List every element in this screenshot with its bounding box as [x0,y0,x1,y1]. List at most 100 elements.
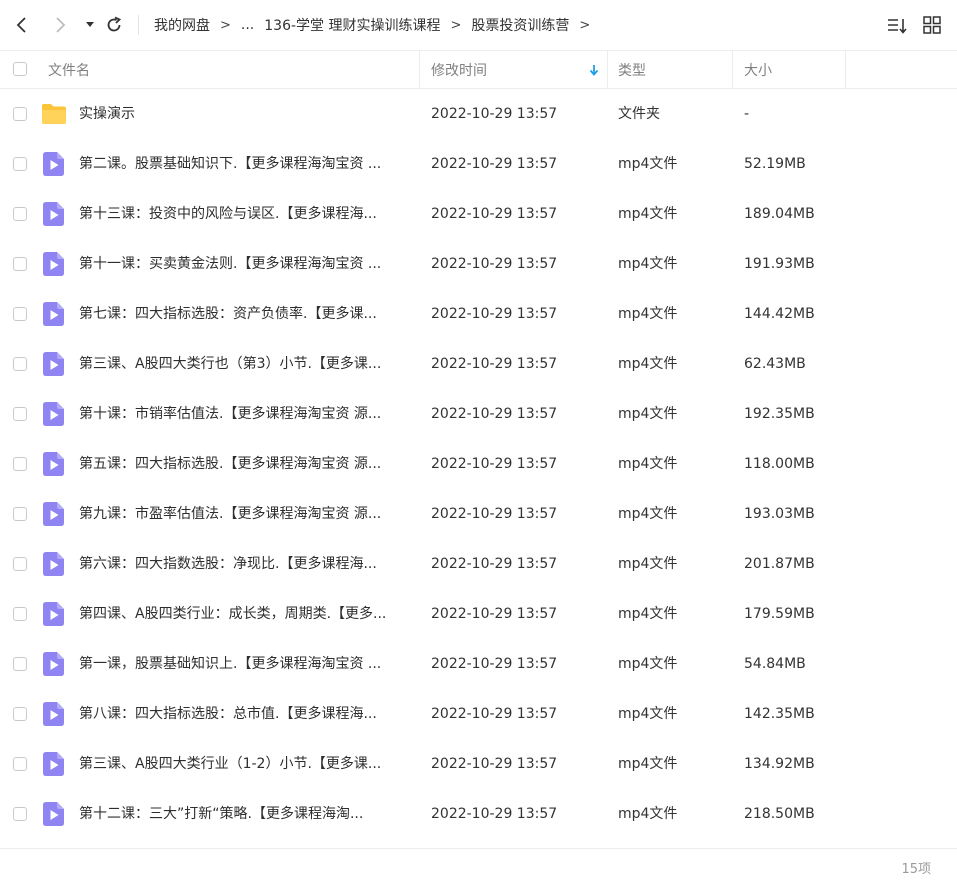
file-name[interactable]: 第十课：市销率估值法.【更多课程海淘宝资 源... [79,389,414,439]
nav-divider [138,15,139,35]
file-row[interactable]: 第六课：四大指数选股：净现比.【更多课程海... 2022-10-29 13:5… [0,539,957,589]
file-row[interactable]: 第九课：市盈率估值法.【更多课程海淘宝资 源... 2022-10-29 13:… [0,489,957,539]
row-checkbox[interactable] [13,157,27,171]
column-divider[interactable] [845,51,846,88]
file-name[interactable]: 第四课、A股四类行业：成长类，周期类.【更多... [79,589,414,639]
column-divider[interactable] [419,51,420,88]
row-checkbox[interactable] [13,557,27,571]
file-size: 191.93MB [744,256,815,272]
video-file-icon [43,502,65,526]
file-type: mp4文件 [618,356,678,372]
row-checkbox[interactable] [13,657,27,671]
file-mtime: 2022-10-29 13:57 [431,506,558,522]
row-checkbox[interactable] [13,457,27,471]
file-row[interactable]: 第二课。股票基础知识下.【更多课程海淘宝资 ... 2022-10-29 13:… [0,139,957,189]
forward-button[interactable] [48,13,72,37]
breadcrumb-current[interactable]: 股票投资训练营 [471,15,569,35]
refresh-icon [107,16,122,32]
file-name[interactable]: 第十三课：投资中的风险与误区.【更多课程海... [79,189,414,239]
file-name[interactable]: 第十二课：三大”打新“策略.【更多课程海淘... [79,789,414,839]
video-file-icon [43,602,65,626]
item-count: 15项 [901,862,931,877]
column-divider[interactable] [732,51,733,88]
file-mtime: 2022-10-29 13:57 [431,406,558,422]
file-name[interactable]: 第二课。股票基础知识下.【更多课程海淘宝资 ... [79,139,414,189]
row-checkbox[interactable] [13,507,27,521]
video-file-icon [43,202,65,226]
column-mtime-header[interactable]: 修改时间 [431,51,487,88]
file-size: 218.50MB [744,806,815,822]
refresh-button[interactable] [102,13,126,37]
file-row[interactable]: 第五课：四大指标选股.【更多课程海淘宝资 源... 2022-10-29 13:… [0,439,957,489]
file-name[interactable]: 第三课、A股四大类行也（第3）小节.【更多课... [79,339,414,389]
history-dropdown-button[interactable] [78,13,102,37]
column-type-header[interactable]: 类型 [618,51,646,88]
chevron-left-icon [16,17,26,33]
file-row[interactable]: 第十二课：三大”打新“策略.【更多课程海淘... 2022-10-29 13:5… [0,789,957,839]
file-row[interactable]: 实操演示 2022-10-29 13:57 文件夹 - [0,89,957,139]
file-type: 文件夹 [618,106,660,122]
file-name[interactable]: 第三课、A股四大类行业（1-2）小节.【更多课... [79,739,414,789]
row-checkbox[interactable] [13,707,27,721]
file-row[interactable]: 第十三课：投资中的风险与误区.【更多课程海... 2022-10-29 13:5… [0,189,957,239]
breadcrumb: 我的网盘 > ... 136-学堂 理财实操训练课程 > 股票投资训练营 > [154,0,600,50]
file-row[interactable]: 第七课：四大指标选股：资产负债率.【更多课... 2022-10-29 13:5… [0,289,957,339]
row-checkbox[interactable] [13,107,27,121]
file-row[interactable]: 第四课、A股四类行业：成长类，周期类.【更多... 2022-10-29 13:… [0,589,957,639]
row-checkbox[interactable] [13,607,27,621]
video-file-icon [43,452,65,476]
file-name[interactable]: 第六课：四大指数选股：净现比.【更多课程海... [79,539,414,589]
file-name[interactable]: 第七课：四大指标选股：资产负债率.【更多课... [79,289,414,339]
row-checkbox[interactable] [13,357,27,371]
sort-desc-indicator[interactable] [589,51,599,88]
file-name[interactable]: 第一课，股票基础知识上.【更多课程海淘宝资 ... [79,639,414,689]
file-row[interactable]: 第三课、A股四大类行业（1-2）小节.【更多课... 2022-10-29 13… [0,739,957,789]
footer-divider [0,848,957,849]
file-size: 134.92MB [744,756,815,772]
breadcrumb-separator: > [220,17,231,33]
file-type: mp4文件 [618,606,678,622]
file-row[interactable]: 第一课，股票基础知识上.【更多课程海淘宝资 ... 2022-10-29 13:… [0,639,957,689]
breadcrumb-ellipsis[interactable]: ... [241,17,254,33]
row-checkbox[interactable] [13,307,27,321]
file-name[interactable]: 第五课：四大指标选股.【更多课程海淘宝资 源... [79,439,414,489]
file-type: mp4文件 [618,706,678,722]
file-row[interactable]: 第十一课：买卖黄金法则.【更多课程海淘宝资 ... 2022-10-29 13:… [0,239,957,289]
sort-order-button[interactable] [886,15,908,37]
video-file-icon [43,552,65,576]
file-name[interactable]: 第十一课：买卖黄金法则.【更多课程海淘宝资 ... [79,239,414,289]
breadcrumb-root[interactable]: 我的网盘 [154,15,210,35]
row-checkbox[interactable] [13,807,27,821]
file-size: 54.84MB [744,656,806,672]
file-size: 192.35MB [744,406,815,422]
file-size: 52.19MB [744,156,806,172]
file-size: 189.04MB [744,206,815,222]
column-divider[interactable] [607,51,608,88]
file-mtime: 2022-10-29 13:57 [431,656,558,672]
file-name[interactable]: 实操演示 [79,89,414,139]
row-checkbox[interactable] [13,207,27,221]
breadcrumb-level2[interactable]: 136-学堂 理财实操训练课程 [264,15,440,35]
file-size: 179.59MB [744,606,815,622]
back-button[interactable] [10,13,34,37]
file-mtime: 2022-10-29 13:57 [431,756,558,772]
file-row[interactable]: 第十课：市销率估值法.【更多课程海淘宝资 源... 2022-10-29 13:… [0,389,957,439]
grid-view-button[interactable] [922,15,944,37]
row-checkbox[interactable] [13,257,27,271]
file-type: mp4文件 [618,256,678,272]
file-name[interactable]: 第八课：四大指标选股：总市值.【更多课程海... [79,689,414,739]
grid-icon [923,16,941,34]
video-file-icon [43,702,65,726]
column-name-header[interactable]: 文件名 [48,51,90,88]
file-row[interactable]: 第八课：四大指标选股：总市值.【更多课程海... 2022-10-29 13:5… [0,689,957,739]
file-manager-window: 我的网盘 > ... 136-学堂 理财实操训练课程 > 股票投资训练营 > 文… [0,0,957,884]
column-size-header[interactable]: 大小 [744,51,772,88]
file-size: 201.87MB [744,556,815,572]
file-mtime: 2022-10-29 13:57 [431,306,558,322]
folder-icon [42,102,66,126]
select-all-checkbox[interactable] [13,62,27,76]
file-row[interactable]: 第三课、A股四大类行也（第3）小节.【更多课... 2022-10-29 13:… [0,339,957,389]
row-checkbox[interactable] [13,757,27,771]
file-name[interactable]: 第九课：市盈率估值法.【更多课程海淘宝资 源... [79,489,414,539]
row-checkbox[interactable] [13,407,27,421]
